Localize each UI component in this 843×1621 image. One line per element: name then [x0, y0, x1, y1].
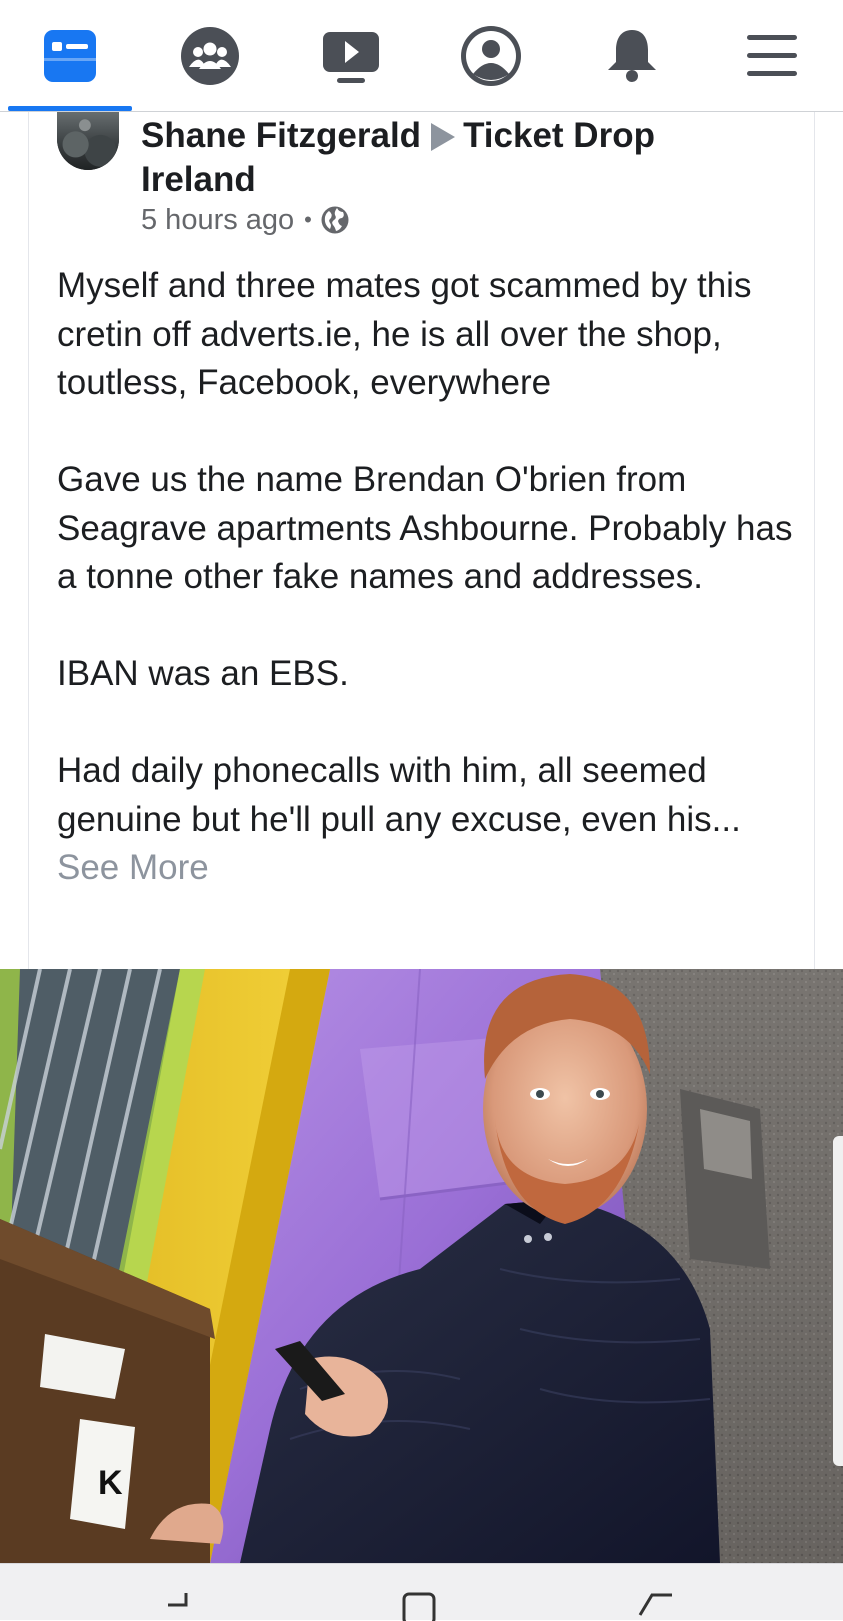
globe-icon: [321, 206, 349, 234]
bin-label-text: K: [98, 1464, 123, 1502]
post-paragraph: IBAN was an EBS.: [57, 654, 349, 693]
nav-tab-news-feed[interactable]: [0, 0, 140, 112]
post-paragraph: Myself and three mates got scammed by th…: [57, 266, 752, 402]
post-paragraph: Had daily phonecalls with him, all seeme…: [57, 751, 741, 839]
author-name[interactable]: Shane Fitzgerald: [141, 116, 421, 155]
avatar-photo: [57, 112, 119, 170]
group-name-line2: Ireland: [141, 160, 256, 199]
back-icon: [638, 1593, 672, 1616]
post-paragraph: Gave us the name Brendan O'brien from Se…: [57, 460, 793, 596]
nav-tab-profile[interactable]: [421, 0, 561, 112]
post-card: Shane Fitzgerald Ticket Drop Ireland 5 hou…: [28, 112, 815, 969]
active-tab-indicator: [8, 106, 132, 111]
shared-to-arrow-icon: [431, 123, 456, 151]
recent-apps-icon: [168, 1593, 188, 1607]
home-icon: [402, 1592, 436, 1621]
notifications-bell-icon: [608, 30, 656, 82]
back-button[interactable]: [612, 1564, 702, 1621]
group-name-line1: Ticket Drop: [463, 116, 655, 155]
see-more-link[interactable]: See More: [57, 844, 797, 893]
post-timestamp[interactable]: 5 hours ago: [141, 200, 294, 240]
photo-image: K: [0, 969, 843, 1563]
post-header-title: Shane Fitzgerald Ticket Drop Ireland: [141, 114, 781, 202]
post-photo[interactable]: K: [0, 969, 843, 1563]
nav-tab-notifications[interactable]: [562, 0, 702, 112]
top-navigation-bar: [0, 0, 843, 112]
post-body: Myself and three mates got scammed by th…: [57, 262, 797, 893]
news-feed-icon: [44, 30, 96, 82]
nav-tab-menu[interactable]: [702, 0, 842, 112]
scroll-handle[interactable]: [833, 1136, 843, 1466]
nav-tab-groups[interactable]: [140, 0, 280, 112]
system-navigation-bar: [0, 1563, 843, 1621]
menu-icon: [747, 35, 797, 76]
author-avatar[interactable]: [57, 112, 119, 170]
profile-icon: [461, 26, 521, 86]
watch-icon: [323, 32, 379, 83]
meta-separator: •: [304, 207, 312, 232]
home-button[interactable]: [374, 1564, 464, 1621]
groups-icon: [181, 27, 239, 85]
post-meta: 5 hours ago •: [141, 200, 350, 240]
recent-apps-button[interactable]: [136, 1564, 226, 1621]
nav-tab-watch[interactable]: [281, 0, 421, 112]
